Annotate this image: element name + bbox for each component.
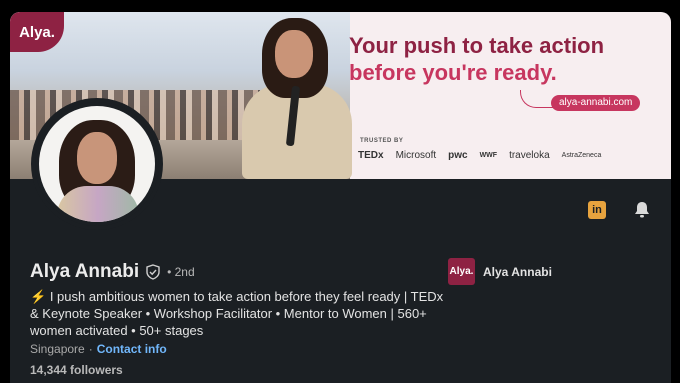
- logo-microsoft: Microsoft: [395, 150, 437, 161]
- name-row: Alya Annabi • 2nd: [30, 261, 195, 283]
- contact-info-link[interactable]: Contact info: [97, 342, 167, 356]
- bell-icon[interactable]: [632, 200, 652, 220]
- followers-count[interactable]: 14,344 followers: [30, 363, 123, 377]
- profile-card: Alya. Your push to take action before yo…: [10, 12, 671, 383]
- banner-headline: Your push to take action before you're r…: [349, 32, 659, 86]
- lightning-icon: ⚡: [30, 289, 47, 304]
- banner-speaker-face: [275, 30, 313, 78]
- connection-degree: • 2nd: [167, 265, 195, 279]
- logo-tedx: TEDx: [358, 150, 384, 161]
- banner-url: alya-annabi.com: [551, 95, 641, 111]
- logo-wwf: WWF: [479, 152, 498, 159]
- avatar-face: [77, 132, 117, 184]
- trusted-logos: TEDx Microsoft pwc WWF traveloka AstraZe…: [358, 150, 601, 161]
- verified-shield-icon[interactable]: [145, 264, 161, 280]
- profile-name: Alya Annabi: [30, 261, 140, 282]
- logo-traveloka: traveloka: [509, 150, 550, 161]
- profile-headline: ⚡ I push ambitious women to take action …: [30, 288, 450, 339]
- avatar[interactable]: [31, 98, 163, 230]
- profile-headline-text: I push ambitious women to take action be…: [30, 289, 444, 338]
- company-name: Alya Annabi: [483, 264, 552, 279]
- current-company[interactable]: Alya. Alya Annabi: [448, 258, 552, 285]
- avatar-clothing: [57, 186, 139, 222]
- logo-astrazeneca: AstraZeneca: [561, 152, 602, 159]
- meta-separator: ·: [88, 342, 93, 356]
- linkedin-icon[interactable]: in: [588, 201, 606, 219]
- avatar-photo: [39, 106, 155, 222]
- location: Singapore: [30, 342, 85, 356]
- trusted-by-label: TRUSTED BY: [360, 138, 404, 144]
- company-logo: Alya.: [448, 258, 475, 285]
- banner-brand-logo-text: Alya.: [19, 23, 55, 41]
- profile-meta: Singapore · Contact info: [30, 342, 167, 356]
- logo-pwc: pwc: [448, 150, 468, 161]
- banner-headline-line1: Your push to take action: [349, 33, 605, 58]
- banner-headline-line2: before you're ready.: [349, 60, 557, 85]
